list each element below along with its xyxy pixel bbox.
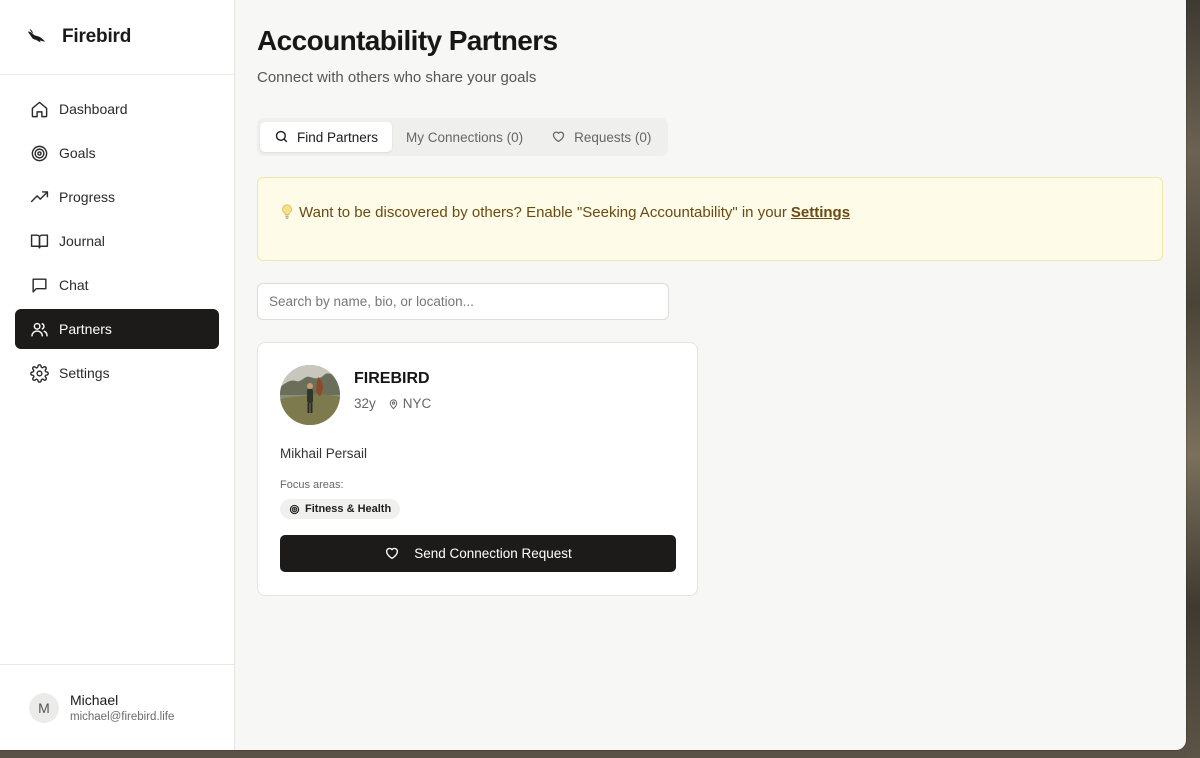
target-icon [289, 504, 300, 515]
sidebar-item-dashboard[interactable]: Dashboard [15, 89, 219, 129]
partner-age: 32y [354, 396, 376, 411]
lightbulb-icon [280, 204, 294, 220]
discoverability-notice: Want to be discovered by others? Enable … [257, 177, 1163, 261]
sidebar-item-progress[interactable]: Progress [15, 177, 219, 217]
user-name: Michael [70, 692, 119, 708]
map-pin-icon [388, 398, 399, 410]
search-icon [274, 129, 290, 145]
sidebar-item-label: Journal [59, 233, 105, 249]
home-icon [29, 99, 49, 119]
partner-location: NYC [402, 396, 432, 411]
sidebar-item-label: Progress [59, 189, 116, 205]
avatar: M [29, 692, 59, 723]
cta-label: Send Connection Request [414, 545, 572, 561]
heart-icon [384, 545, 400, 561]
heart-icon [551, 129, 567, 145]
partner-bio: Mikhail Persail [280, 446, 368, 461]
book-open-icon [29, 231, 49, 251]
sidebar-item-label: Partners [59, 321, 112, 337]
user-panel[interactable]: M Michael michael@firebird.life [0, 664, 234, 750]
sidebar-item-partners[interactable]: Partners [15, 309, 219, 349]
partner-tabs: Find Partners My Connections (0) Request… [257, 118, 669, 156]
sidebar-item-label: Settings [59, 365, 110, 381]
users-icon [29, 319, 49, 339]
page-title: Accountability Partners [257, 25, 558, 56]
desktop-background [1186, 0, 1200, 758]
main-content: Accountability Partners Connect with oth… [235, 0, 1186, 750]
tab-label: Find Partners [297, 129, 379, 145]
partner-photo [280, 365, 340, 425]
sidebar-item-label: Chat [59, 277, 89, 293]
send-connection-request-button[interactable]: Send Connection Request [280, 534, 676, 572]
tab-my-connections[interactable]: My Connections (0) [392, 122, 537, 152]
brand[interactable]: Firebird [0, 0, 234, 75]
focus-area-label: Fitness & Health [305, 503, 392, 515]
sidebar-item-label: Dashboard [59, 101, 128, 117]
partner-card: FIREBIRD 32y NYC Mikhail Persail Focus a… [257, 342, 698, 596]
page-subtitle: Connect with others who share your goals [257, 69, 537, 86]
settings-link[interactable]: Settings [791, 204, 850, 221]
message-square-icon [29, 275, 49, 295]
sidebar-nav: Dashboard Goals Progress Journal Chat Pa… [0, 75, 234, 397]
tab-find-partners[interactable]: Find Partners [260, 122, 393, 152]
search-input[interactable] [257, 283, 669, 320]
target-icon [29, 143, 49, 163]
sidebar: Firebird Dashboard Goals Progress Journa… [0, 0, 235, 750]
tab-label: Requests (0) [574, 129, 652, 145]
notice-text: Want to be discovered by others? Enable … [299, 203, 787, 221]
firebird-bird-icon [26, 26, 48, 48]
user-email: michael@firebird.life [70, 711, 175, 723]
trending-up-icon [29, 187, 49, 207]
tab-requests[interactable]: Requests (0) [537, 122, 665, 152]
sidebar-item-label: Goals [59, 145, 96, 161]
gear-icon [29, 363, 49, 383]
partner-name: FIREBIRD [354, 370, 430, 387]
sidebar-item-settings[interactable]: Settings [15, 353, 219, 393]
focus-area-chip: Fitness & Health [280, 499, 401, 519]
tab-label: My Connections (0) [406, 129, 524, 145]
sidebar-item-chat[interactable]: Chat [15, 265, 219, 305]
focus-areas-label: Focus areas: [280, 479, 344, 491]
sidebar-item-goals[interactable]: Goals [15, 133, 219, 173]
sidebar-item-journal[interactable]: Journal [15, 221, 219, 261]
app-name: Firebird [62, 26, 132, 47]
app-window: Firebird Dashboard Goals Progress Journa… [0, 0, 1186, 750]
